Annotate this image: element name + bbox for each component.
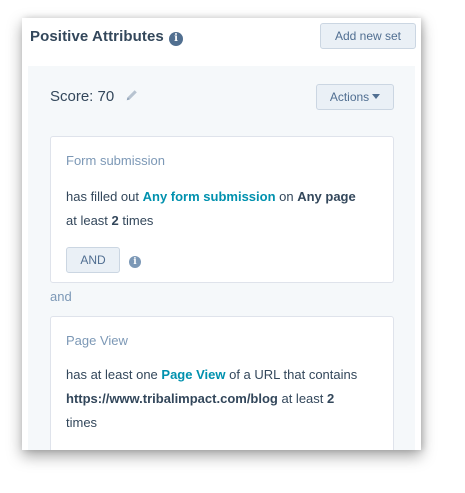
pencil-icon[interactable] xyxy=(125,88,139,102)
info-icon[interactable]: i xyxy=(129,252,141,270)
criteria-count: 2 xyxy=(111,213,119,228)
actions-dropdown-button[interactable]: Actions xyxy=(316,84,394,110)
section-title: Positive Attributes xyxy=(30,28,164,45)
criteria-text: at least xyxy=(277,391,327,406)
criteria-url-value[interactable]: https://www.tribalimpact.com/blog xyxy=(66,391,278,406)
info-icon[interactable]: i xyxy=(169,29,183,47)
panel-header: Positive Attributes i Add new set xyxy=(22,18,421,66)
caret-down-icon xyxy=(372,94,381,99)
criteria-text: has at least one xyxy=(66,367,162,382)
criteria-card-page-view[interactable]: Page View has at least one Page View of … xyxy=(50,316,394,450)
screenshot: Positive Attributes i Add new set Score:… xyxy=(0,0,465,493)
criteria-event-link[interactable]: Any form submission xyxy=(143,189,276,204)
and-connector: and xyxy=(50,289,72,304)
positive-attributes-panel: Positive Attributes i Add new set Score:… xyxy=(22,18,421,450)
criteria-text: of a URL that contains xyxy=(225,367,358,382)
criteria-title: Form submission xyxy=(66,153,165,168)
actions-label: Actions xyxy=(329,90,370,104)
score-label: Score: 70 xyxy=(50,88,115,105)
add-new-set-button[interactable]: Add new set xyxy=(320,23,416,49)
criteria-text: at least xyxy=(66,213,112,228)
criteria-text: times xyxy=(118,213,154,228)
criteria-card-form-submission[interactable]: Form submission has filled out Any form … xyxy=(50,136,394,283)
criteria-text: times xyxy=(66,415,98,430)
criteria-description: has at least one Page View of a URL that… xyxy=(66,363,384,435)
criteria-page-value[interactable]: Any page xyxy=(297,189,356,204)
criteria-title: Page View xyxy=(66,333,128,348)
criteria-description: has filled out Any form submission on An… xyxy=(66,185,384,233)
criteria-count: 2 xyxy=(327,391,335,406)
score-set: Score: 70 Actions Form submission has fi… xyxy=(28,66,415,450)
and-button[interactable]: AND xyxy=(66,247,120,273)
criteria-text: has filled out xyxy=(66,189,143,204)
criteria-text: on xyxy=(275,189,298,204)
criteria-event-link[interactable]: Page View xyxy=(161,367,225,382)
